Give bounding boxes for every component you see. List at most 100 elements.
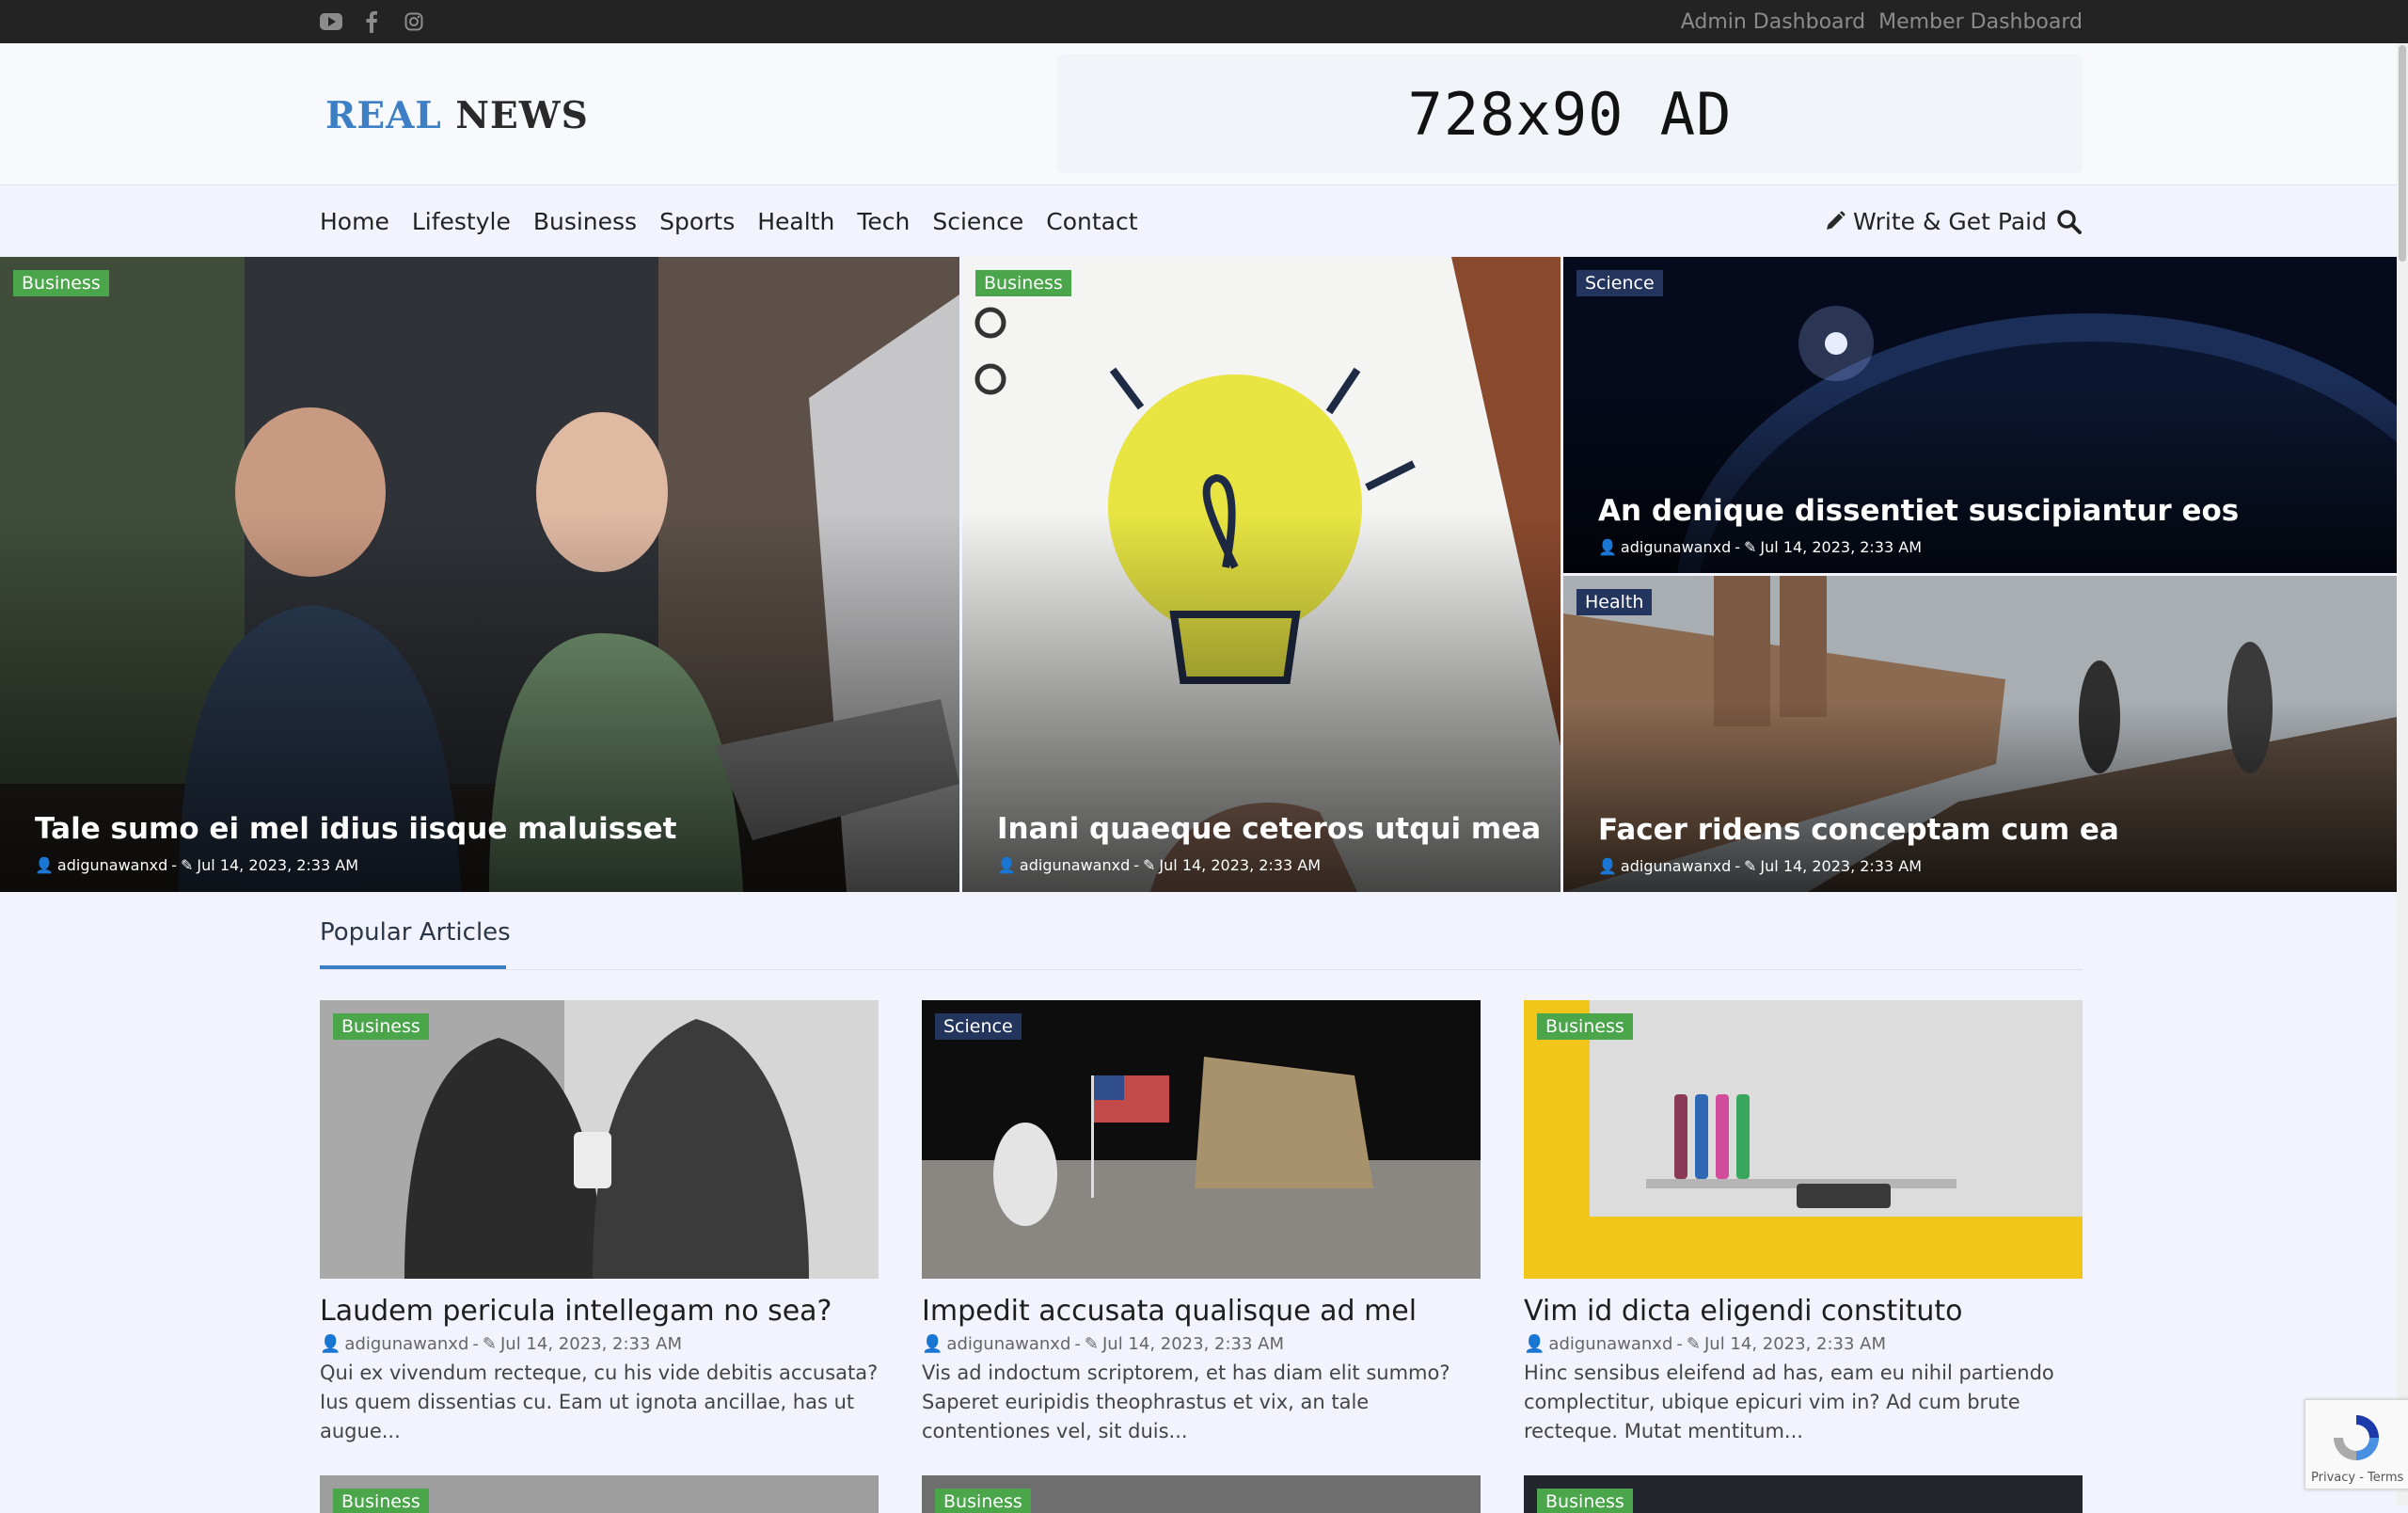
article-image-2[interactable]: Science	[922, 1000, 1481, 1279]
article-meta-2: 👤 adigunawanxd - ✎ Jul 14, 2023, 2:33 AM	[922, 1334, 1284, 1354]
category-badge[interactable]: Health	[1576, 589, 1653, 615]
logo-real: REAL	[325, 94, 442, 137]
user-icon: 👤	[997, 856, 1016, 874]
ad-banner[interactable]: 728x90 AD	[1057, 55, 2083, 173]
nav-item-contact[interactable]: Contact	[1046, 208, 1137, 235]
author-name[interactable]: adigunawanxd	[946, 1334, 1070, 1354]
featured-title-3[interactable]: An denique dissentiet suscipiantur eos	[1598, 494, 2239, 528]
article-image-4[interactable]: Business	[320, 1475, 879, 1513]
article-excerpt-2: Vis ad indoctum scriptorem, et has diam …	[922, 1362, 1450, 1442]
category-badge[interactable]: Business	[13, 270, 109, 296]
author-name[interactable]: adigunawanxd	[344, 1334, 468, 1354]
article-image-3[interactable]: Business	[1524, 1000, 2083, 1279]
meta-separator: -	[1735, 857, 1741, 875]
site-logo[interactable]: REAL NEWS	[325, 94, 589, 137]
article-excerpt-3: Hinc sensibus eleifend ad has, eam eu ni…	[1524, 1362, 2054, 1442]
featured-post-3[interactable]: Science An denique dissentiet suscipiant…	[1563, 257, 2397, 573]
post-date: Jul 14, 2023, 2:33 AM	[1159, 856, 1321, 874]
article-title-3[interactable]: Vim id dicta eligendi constituto	[1524, 1295, 1962, 1328]
main-nav: Home Lifestyle Business Sports Health Te…	[0, 185, 2397, 257]
nav-item-lifestyle[interactable]: Lifestyle	[412, 208, 511, 235]
featured-meta-1: 👤 adigunawanxd - ✎ Jul 14, 2023, 2:33 AM	[35, 856, 358, 874]
edit-icon: ✎	[181, 856, 194, 874]
featured-post-4[interactable]: Health Facer ridens conceptam cum ea 👤 a…	[1563, 576, 2397, 892]
nav-item-science[interactable]: Science	[932, 208, 1023, 235]
meta-separator: -	[171, 856, 178, 874]
article-image-1[interactable]: Business	[320, 1000, 879, 1279]
author-name[interactable]: adigunawanxd	[1621, 857, 1731, 875]
author-name[interactable]: adigunawanxd	[1621, 538, 1731, 556]
article-meta-1: 👤 adigunawanxd - ✎ Jul 14, 2023, 2:33 AM	[320, 1334, 682, 1354]
category-badge[interactable]: Business	[1537, 1013, 1633, 1040]
site-header: REAL NEWS 728x90 AD	[0, 43, 2397, 185]
category-badge[interactable]: Science	[935, 1013, 1022, 1040]
recaptcha-badge[interactable]: Privacy - Terms	[2305, 1399, 2408, 1489]
category-badge[interactable]: Science	[1576, 270, 1663, 296]
featured-post-2[interactable]: Business Inani quaeque ceteros utqui mea…	[962, 257, 1560, 892]
featured-title-1[interactable]: Tale sumo ei mel idius iisque maluisset	[35, 812, 676, 846]
page-scrollbar[interactable]	[2397, 43, 2408, 1505]
category-badge[interactable]: Business	[935, 1489, 1031, 1513]
featured-post-1[interactable]: Business Tale sumo ei mel idius iisque m…	[0, 257, 959, 892]
nav-item-sports[interactable]: Sports	[659, 208, 735, 235]
edit-icon: ✎	[1084, 1334, 1099, 1354]
nav-item-tech[interactable]: Tech	[857, 208, 910, 235]
recaptcha-icon	[2334, 1415, 2379, 1460]
instagram-icon[interactable]	[404, 9, 423, 34]
post-date: Jul 14, 2023, 2:33 AM	[499, 1334, 683, 1354]
user-icon: 👤	[1598, 538, 1617, 556]
featured-meta-2: 👤 adigunawanxd - ✎ Jul 14, 2023, 2:33 AM	[997, 856, 1321, 874]
article-image-5[interactable]: Business	[922, 1475, 1481, 1513]
ad-banner-text: 728x90 AD	[1407, 79, 1733, 149]
category-badge[interactable]: Business	[1537, 1489, 1633, 1513]
author-name[interactable]: adigunawanxd	[1020, 856, 1130, 874]
write-get-paid-label: Write & Get Paid	[1853, 207, 2047, 235]
author-name[interactable]: adigunawanxd	[1548, 1334, 1672, 1354]
section-heading: Popular Articles	[320, 918, 511, 947]
featured-meta-4: 👤 adigunawanxd - ✎ Jul 14, 2023, 2:33 AM	[1598, 857, 1922, 875]
write-get-paid-link[interactable]: Write & Get Paid	[1825, 185, 2047, 257]
meta-separator: -	[1676, 1334, 1683, 1354]
section-divider	[320, 969, 2083, 970]
article-title-2[interactable]: Impedit accusata qualisque ad mel	[922, 1295, 1417, 1328]
meta-separator: -	[1735, 538, 1741, 556]
featured-title-2[interactable]: Inani quaeque ceteros utqui mea	[997, 812, 1541, 846]
edit-icon: ✎	[1143, 856, 1156, 874]
category-badge[interactable]: Business	[975, 270, 1071, 296]
post-date: Jul 14, 2023, 2:33 AM	[1101, 1334, 1285, 1354]
post-date: Jul 14, 2023, 2:33 AM	[197, 856, 358, 874]
facebook-icon[interactable]	[365, 9, 378, 34]
category-badge[interactable]: Business	[333, 1013, 429, 1040]
article-title-1[interactable]: Laudem pericula intellegam no sea?	[320, 1295, 832, 1328]
edit-icon: ✎	[1686, 1334, 1701, 1354]
admin-dashboard-link[interactable]: Admin Dashboard	[1681, 10, 1865, 34]
user-icon: 👤	[320, 1334, 341, 1354]
post-date: Jul 14, 2023, 2:33 AM	[1760, 538, 1922, 556]
edit-icon: ✎	[1744, 857, 1757, 875]
meta-separator: -	[472, 1334, 479, 1354]
post-date: Jul 14, 2023, 2:33 AM	[1703, 1334, 1887, 1354]
meta-separator: -	[1133, 856, 1140, 874]
article-image-6[interactable]: Business	[1524, 1475, 2083, 1513]
member-dashboard-link[interactable]: Member Dashboard	[1878, 10, 2083, 34]
edit-icon: ✎	[482, 1334, 497, 1354]
youtube-icon[interactable]	[320, 9, 342, 34]
article-excerpt-1: Qui ex vivendum recteque, cu his vide de…	[320, 1362, 879, 1442]
nav-item-business[interactable]: Business	[533, 208, 637, 235]
scrollbar-thumb[interactable]	[2399, 45, 2406, 262]
category-badge[interactable]: Business	[333, 1489, 429, 1513]
user-icon: 👤	[1598, 857, 1617, 875]
pencil-icon	[1827, 211, 1846, 230]
meta-separator: -	[1074, 1334, 1081, 1354]
search-icon[interactable]	[2056, 209, 2083, 235]
featured-title-4[interactable]: Facer ridens conceptam cum ea	[1598, 813, 2119, 847]
article-meta-3: 👤 adigunawanxd - ✎ Jul 14, 2023, 2:33 AM	[1524, 1334, 1886, 1354]
author-name[interactable]: adigunawanxd	[57, 856, 167, 874]
nav-item-health[interactable]: Health	[757, 208, 834, 235]
featured-meta-3: 👤 adigunawanxd - ✎ Jul 14, 2023, 2:33 AM	[1598, 538, 1922, 556]
post-date: Jul 14, 2023, 2:33 AM	[1760, 857, 1922, 875]
logo-news: NEWS	[455, 94, 589, 137]
nav-item-home[interactable]: Home	[320, 208, 389, 235]
recaptcha-text[interactable]: Privacy - Terms	[2311, 1471, 2403, 1485]
user-icon: 👤	[35, 856, 54, 874]
